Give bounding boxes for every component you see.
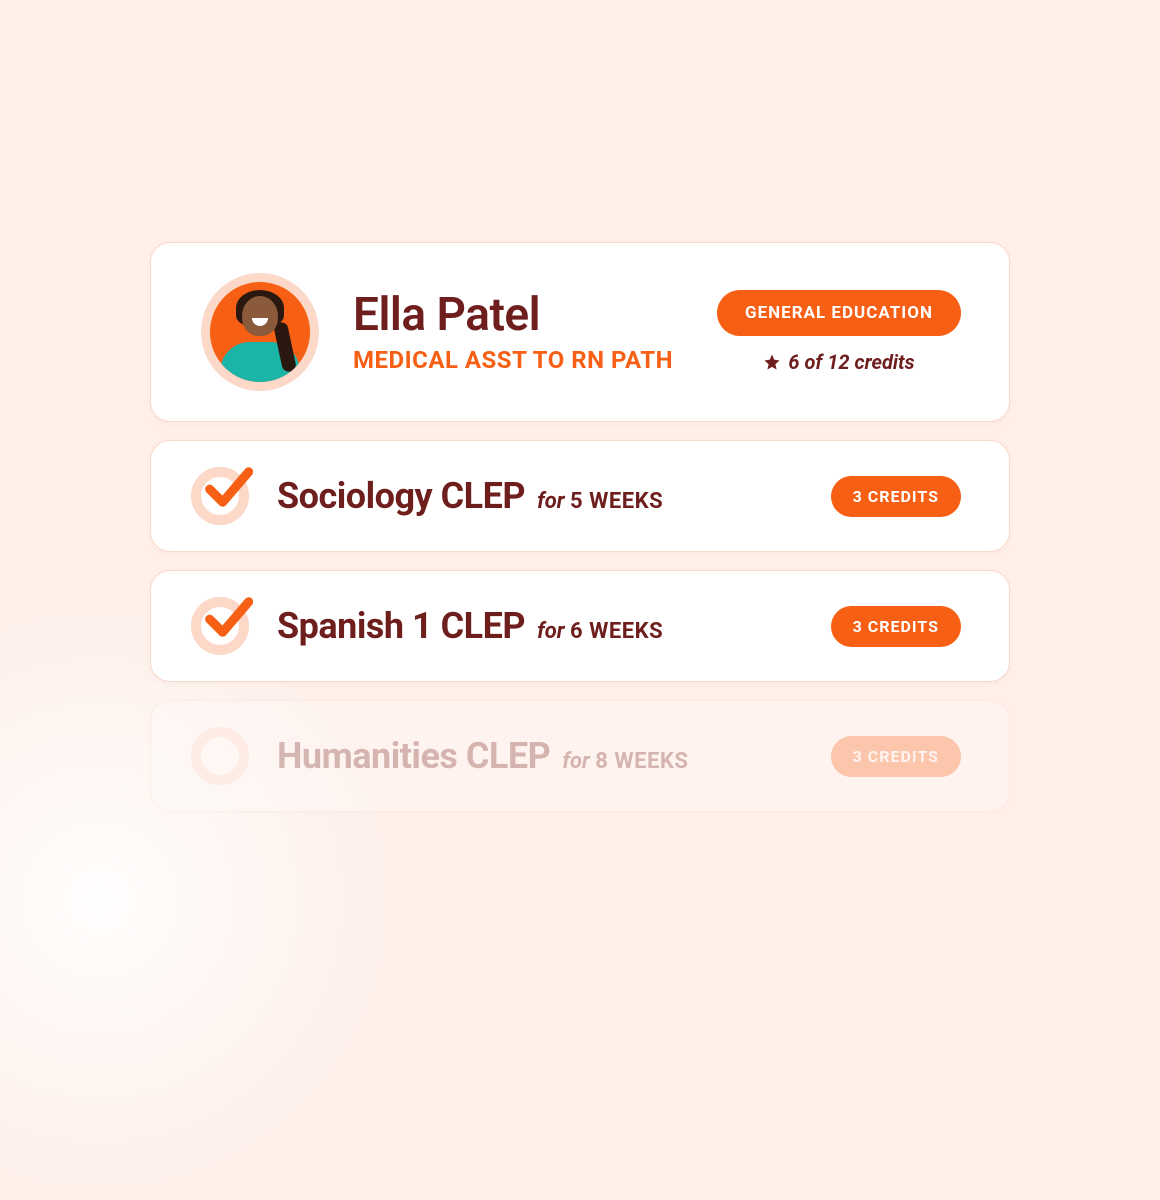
status-indicator: [191, 467, 249, 525]
course-title: Humanities CLEP: [277, 735, 550, 777]
course-info: Humanities CLEP for 8 WEEKS: [277, 735, 831, 777]
credits-pill[interactable]: 3 CREDITS: [831, 606, 961, 647]
category-pill[interactable]: GENERAL EDUCATION: [717, 290, 961, 336]
path-label: MEDICAL ASST TO RN PATH: [353, 346, 717, 374]
student-name: Ella Patel: [353, 290, 717, 341]
main-container: Ella Patel MEDICAL ASST TO RN PATH GENER…: [150, 242, 1010, 812]
course-title: Sociology CLEP: [277, 475, 525, 517]
course-info: Sociology CLEP for 5 WEEKS: [277, 475, 831, 517]
student-header-card: Ella Patel MEDICAL ASST TO RN PATH GENER…: [150, 242, 1010, 422]
star-icon: [763, 353, 781, 371]
course-info: Spanish 1 CLEP for 6 WEEKS: [277, 605, 831, 647]
course-card[interactable]: Spanish 1 CLEP for 6 WEEKS 3 CREDITS: [150, 570, 1010, 682]
avatar: [201, 273, 319, 391]
course-title: Spanish 1 CLEP: [277, 605, 525, 647]
course-duration: for 6 WEEKS: [537, 619, 663, 644]
credits-pill[interactable]: 3 CREDITS: [831, 476, 961, 517]
status-indicator: [191, 727, 249, 785]
credits-text: 6 of 12 credits: [788, 350, 914, 374]
status-indicator: [191, 597, 249, 655]
course-card[interactable]: Sociology CLEP for 5 WEEKS 3 CREDITS: [150, 440, 1010, 552]
header-right: GENERAL EDUCATION 6 of 12 credits: [717, 290, 961, 374]
student-info: Ella Patel MEDICAL ASST TO RN PATH: [353, 290, 717, 375]
checkmark-icon: [201, 461, 253, 513]
credits-pill[interactable]: 3 CREDITS: [831, 736, 961, 777]
checkmark-icon: [201, 591, 253, 643]
course-duration: for 8 WEEKS: [562, 749, 688, 774]
course-duration: for 5 WEEKS: [537, 489, 663, 514]
credits-progress: 6 of 12 credits: [763, 350, 914, 374]
course-card[interactable]: Humanities CLEP for 8 WEEKS 3 CREDITS: [150, 700, 1010, 812]
